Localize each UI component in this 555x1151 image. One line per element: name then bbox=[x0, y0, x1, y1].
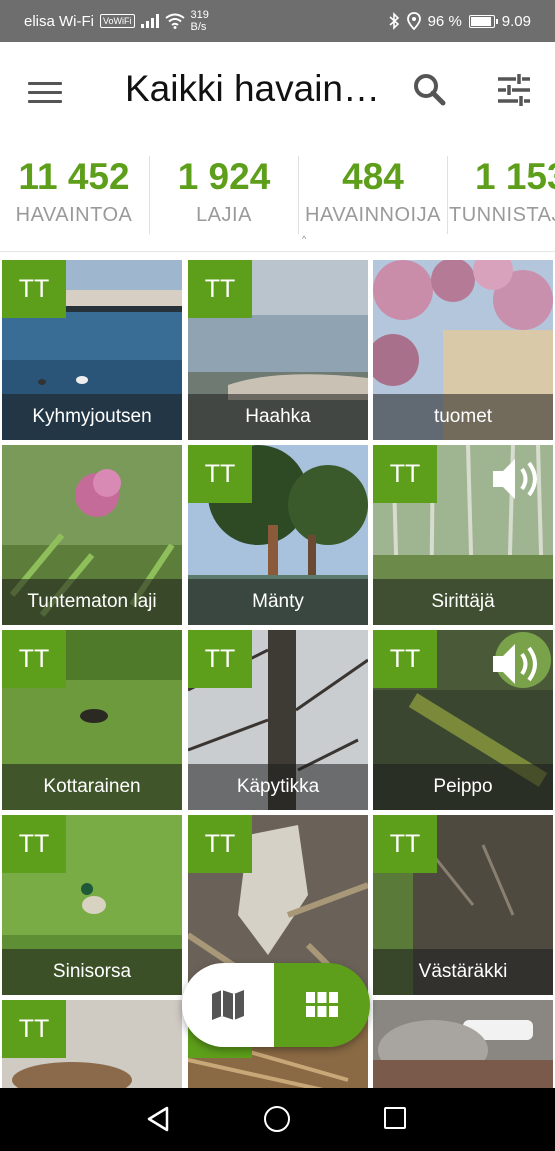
grid-icon bbox=[306, 992, 338, 1017]
battery-icon bbox=[468, 14, 498, 28]
tt-badge: TT bbox=[2, 630, 66, 688]
species-caption: Käpytikka bbox=[188, 764, 368, 810]
tt-badge: TT bbox=[2, 1000, 66, 1058]
back-icon[interactable] bbox=[146, 1106, 170, 1132]
tt-badge: TT bbox=[373, 445, 437, 503]
signal-icon bbox=[140, 14, 159, 28]
tile-kyhmyjoutsen[interactable]: TT Kyhmyjoutsen bbox=[2, 260, 182, 440]
tile-tuntematon-laji[interactable]: Tuntematon laji bbox=[2, 445, 182, 625]
speed-unit: B/s bbox=[190, 21, 207, 33]
stat-value: 1 924 bbox=[177, 156, 271, 197]
stat-identifiers[interactable]: 1 153 TUNNISTAJA bbox=[449, 156, 555, 227]
bluetooth-icon bbox=[389, 12, 399, 30]
app-bar: Kaikki havain… bbox=[0, 42, 555, 142]
carrier-label: elisa Wi-Fi bbox=[24, 12, 94, 30]
grid-view-button[interactable] bbox=[274, 963, 370, 1047]
species-caption: Västäräkki bbox=[373, 949, 553, 995]
stat-observations[interactable]: 11 452 HAVAINTOA bbox=[0, 156, 148, 227]
stats-bar: 11 452 HAVAINTOA 1 924 LAJIA 484 HAVAINN… bbox=[0, 142, 555, 252]
tile-sirittaja[interactable]: TT Sirittäjä bbox=[373, 445, 553, 625]
status-bar: elisa Wi-Fi VoWiFi 319 B/s 96 % 9.09 bbox=[0, 0, 555, 42]
species-caption: Sinisorsa bbox=[2, 949, 182, 995]
tile-sinisorsa[interactable]: TT Sinisorsa bbox=[2, 815, 182, 995]
system-nav-bar bbox=[0, 1088, 555, 1151]
tt-badge: TT bbox=[2, 260, 66, 318]
tt-badge: TT bbox=[188, 260, 252, 318]
search-icon[interactable] bbox=[410, 70, 450, 110]
tile-observation-13[interactable]: TT bbox=[2, 1000, 182, 1088]
tile-observation-15[interactable] bbox=[373, 1000, 553, 1088]
tt-badge: TT bbox=[373, 815, 437, 873]
divider bbox=[447, 156, 448, 234]
page-title: Kaikki havain… bbox=[125, 68, 381, 109]
species-caption: Haahka bbox=[188, 394, 368, 440]
menu-icon[interactable] bbox=[28, 72, 68, 112]
location-icon bbox=[406, 12, 421, 30]
species-caption: Mänty bbox=[188, 579, 368, 625]
wifi-icon bbox=[164, 13, 185, 29]
clock: 9.09 bbox=[501, 12, 531, 30]
stat-value: 11 452 bbox=[18, 156, 130, 197]
recent-apps-icon[interactable] bbox=[384, 1107, 406, 1129]
sound-icon bbox=[493, 459, 537, 499]
tile-peippo[interactable]: TT Peippo bbox=[373, 630, 553, 810]
tt-badge: TT bbox=[188, 445, 252, 503]
observation-photo bbox=[373, 1000, 553, 1088]
filter-sliders-icon[interactable] bbox=[494, 70, 534, 110]
status-left: elisa Wi-Fi VoWiFi 319 B/s bbox=[24, 0, 221, 42]
species-caption: Kottarainen bbox=[2, 764, 182, 810]
sound-icon bbox=[493, 644, 537, 684]
view-toggle bbox=[182, 963, 370, 1047]
tt-badge: TT bbox=[188, 630, 252, 688]
species-caption: Sirittäjä bbox=[373, 579, 553, 625]
stat-label: TUNNISTAJA bbox=[449, 204, 555, 226]
species-caption: tuomet bbox=[373, 394, 553, 440]
tile-tuomet[interactable]: tuomet bbox=[373, 260, 553, 440]
stat-label: HAVAINNOIJA bbox=[305, 204, 441, 226]
tile-kapytikka[interactable]: TT Käpytikka bbox=[188, 630, 368, 810]
stat-observers[interactable]: 484 HAVAINNOIJA bbox=[299, 156, 447, 227]
tt-badge: TT bbox=[373, 630, 437, 688]
stat-value: 484 bbox=[342, 156, 404, 197]
status-right: 96 % 9.09 bbox=[388, 0, 531, 42]
battery-fill bbox=[470, 16, 491, 26]
tt-badge: TT bbox=[188, 815, 252, 873]
battery-percent: 96 % bbox=[427, 12, 462, 30]
tile-vastarakki[interactable]: TT Västäräkki bbox=[373, 815, 553, 995]
tile-manty[interactable]: TT Mänty bbox=[188, 445, 368, 625]
stat-species[interactable]: 1 924 LAJIA bbox=[150, 156, 298, 227]
map-view-button[interactable] bbox=[182, 963, 274, 1047]
species-caption: Peippo bbox=[373, 764, 553, 810]
species-caption: Tuntematon laji bbox=[2, 579, 182, 625]
tile-kottarainen[interactable]: TT Kottarainen bbox=[2, 630, 182, 810]
map-icon bbox=[212, 990, 244, 1020]
home-icon[interactable] bbox=[264, 1106, 290, 1132]
stat-label: HAVAINTOA bbox=[15, 204, 133, 226]
stat-label: LAJIA bbox=[196, 204, 252, 226]
vowifi-badge: VoWiFi bbox=[100, 14, 135, 28]
speed-value: 319 bbox=[190, 9, 209, 21]
network-speed: 319 B/s bbox=[191, 9, 221, 33]
species-caption: Kyhmyjoutsen bbox=[2, 394, 182, 440]
tile-haahka[interactable]: TT Haahka bbox=[188, 260, 368, 440]
tt-badge: TT bbox=[2, 815, 66, 873]
scroll-caret-icon: ^ bbox=[302, 234, 307, 244]
stat-value: 1 153 bbox=[475, 156, 555, 197]
